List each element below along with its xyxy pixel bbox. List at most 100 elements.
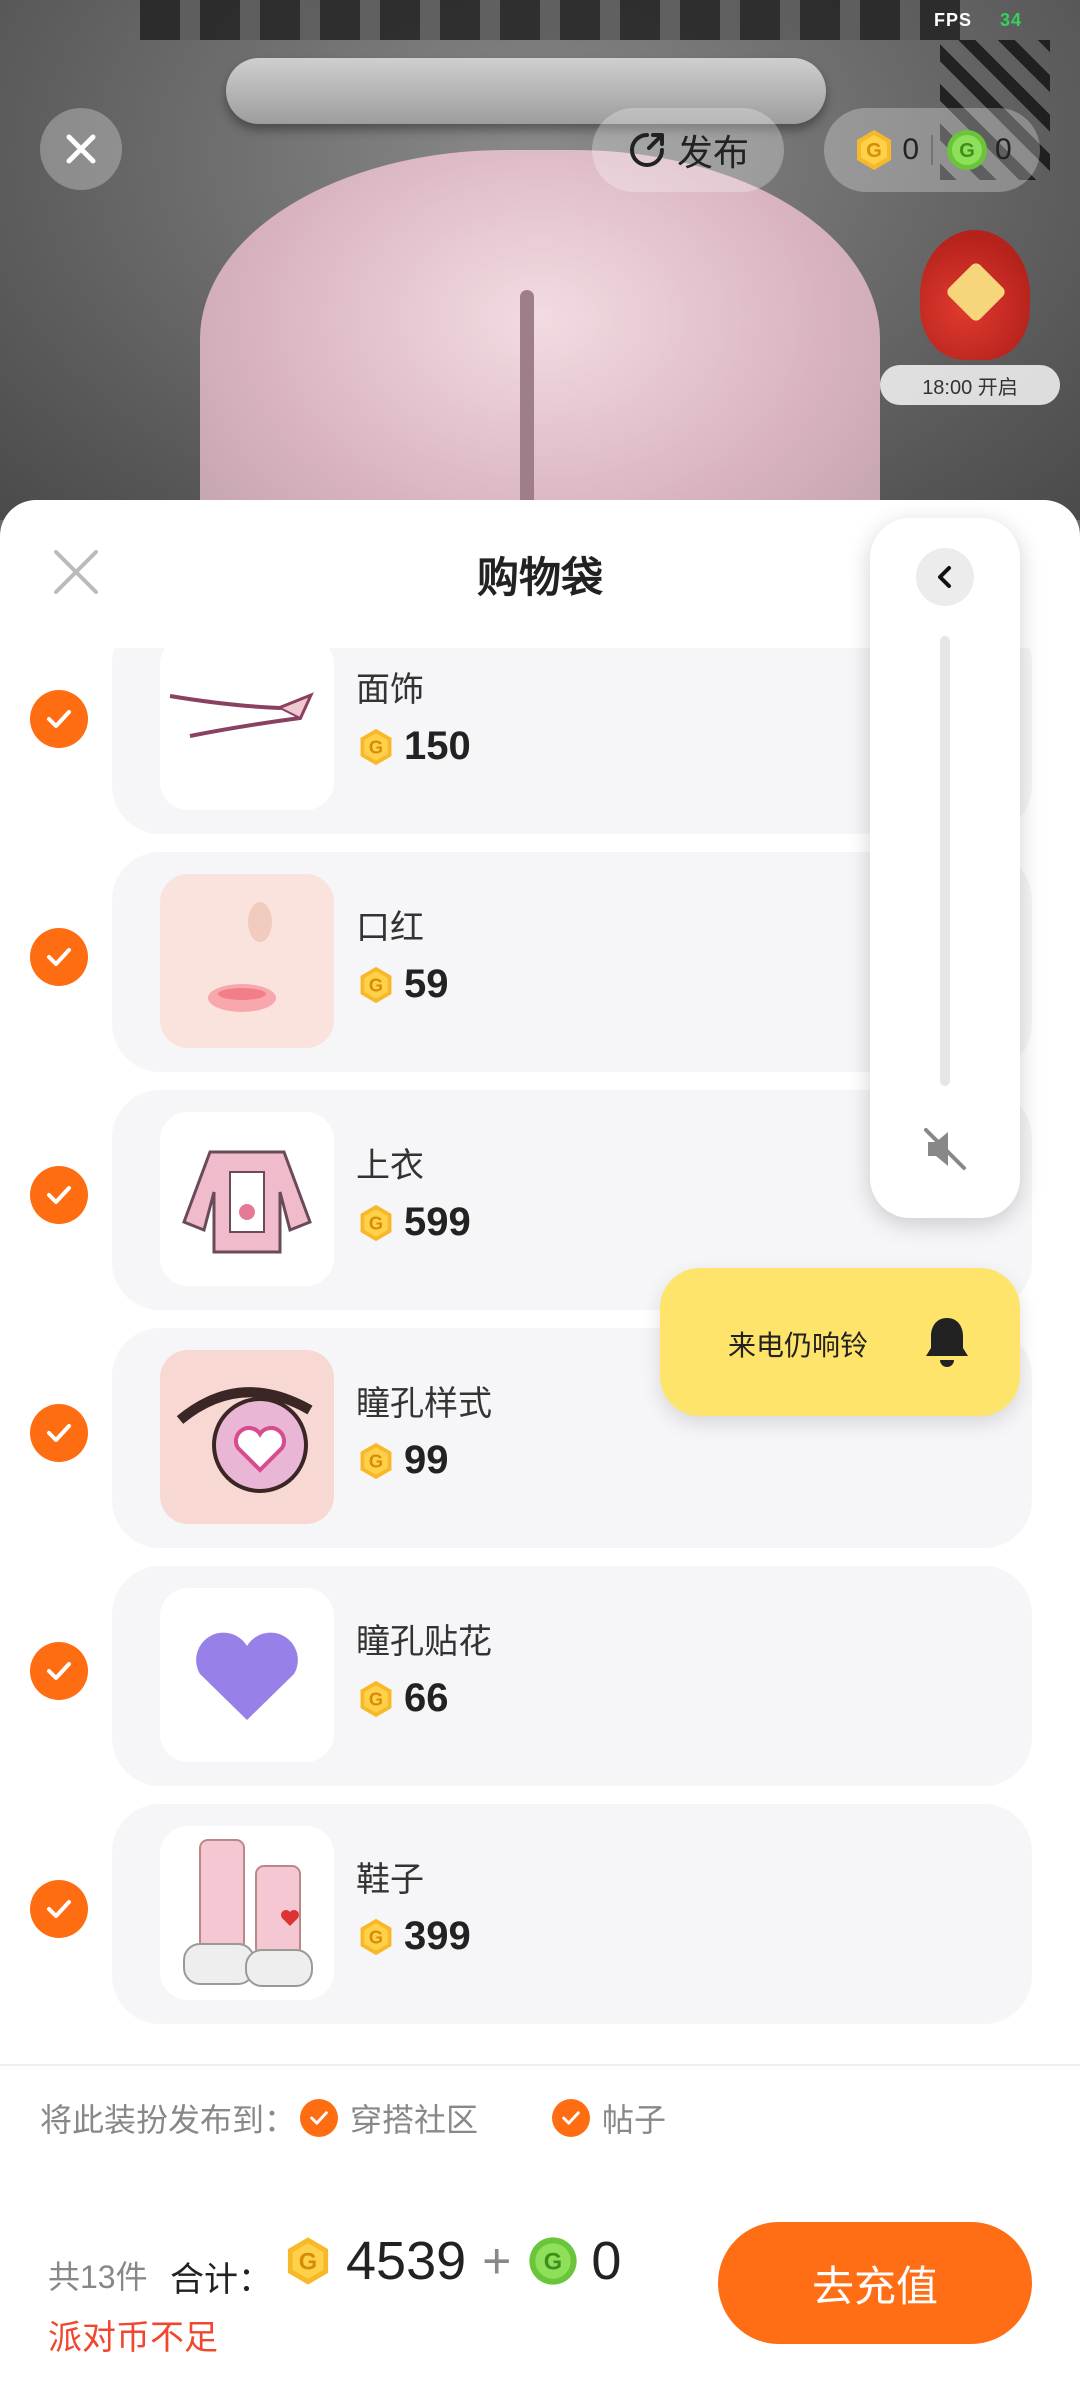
cart-item[interactable]: 瞳孔贴花 G 66: [0, 1566, 1080, 1786]
svg-text:G: G: [299, 2249, 317, 2275]
ring-mode-label: 来电仍响铃: [728, 1330, 869, 1361]
checkmark-icon: [47, 1424, 71, 1442]
gold-coin-icon: G: [360, 1680, 392, 1717]
option-label: 穿搭社区: [350, 2102, 479, 2138]
speaker-muted-icon[interactable]: [920, 1124, 970, 1174]
item-price-value: 66: [404, 1676, 449, 1720]
gold-coin-icon: G: [360, 1918, 392, 1955]
fu-charm: [944, 260, 1008, 324]
top-garment-thumbnail: [160, 1112, 334, 1286]
checkmark-icon: [47, 948, 71, 966]
gold-balance: 0: [902, 133, 919, 166]
green-coin-icon: G: [529, 2237, 577, 2285]
fps-counter: FPS 34: [934, 10, 1022, 31]
item-name: 瞳孔样式: [356, 1385, 492, 1423]
green-total: 0: [591, 2231, 622, 2291]
fps-label: FPS: [933, 10, 972, 30]
item-check-toggle[interactable]: [30, 690, 88, 748]
gold-coin-icon: G: [360, 1204, 392, 1241]
green-coin-icon: G: [947, 130, 987, 170]
svg-text:G: G: [369, 737, 383, 757]
item-price-value: 599: [404, 1200, 471, 1244]
checkout-footer: 共13件 合计： G 4539 + G 0 派对币不足 去充值: [0, 2170, 1080, 2400]
checkmark-icon: [47, 710, 71, 728]
publish-option-outfit-community[interactable]: 穿搭社区: [300, 2095, 478, 2141]
total-amount: G 4539 + G 0: [282, 2230, 621, 2292]
option-check: [300, 2099, 339, 2137]
publish-button-label: 发布: [676, 132, 749, 173]
pupil-decal-image: [196, 1632, 298, 1720]
svg-text:G: G: [369, 1213, 383, 1233]
svg-text:G: G: [959, 140, 975, 162]
publish-to-label: 将此装扮发布到：: [40, 2102, 297, 2138]
checkmark-icon: [562, 2111, 580, 2125]
item-price-value: 150: [404, 724, 471, 768]
publish-to-row: 将此装扮发布到： 穿搭社区 帖子: [0, 2064, 1080, 2172]
event-lucky-bag[interactable]: 18:00 开启: [880, 230, 1060, 405]
avatar-hair-model: [200, 150, 880, 520]
item-check-toggle[interactable]: [30, 928, 88, 986]
checkmark-icon: [47, 1900, 71, 1918]
pixel-banner-art: [140, 0, 960, 40]
plus-sign: +: [482, 2233, 512, 2289]
item-price: G 599: [356, 1200, 471, 1245]
volume-collapse-button[interactable]: [916, 548, 974, 606]
cart-item[interactable]: 鞋子 G 399: [0, 1804, 1080, 2024]
option-label: 帖子: [602, 2102, 667, 2138]
svg-text:G: G: [867, 140, 883, 162]
lucky-bag-icon: [920, 230, 1030, 360]
avatar-hair-part: [520, 290, 534, 520]
lipstick-image: [208, 902, 276, 1012]
volume-panel: [870, 518, 1020, 1218]
scene-close-button[interactable]: [40, 108, 122, 190]
recharge-button[interactable]: 去充值: [718, 2222, 1032, 2344]
item-card: 瞳孔贴花 G 66: [112, 1566, 1032, 1786]
checkmark-icon: [47, 1186, 71, 1204]
checkmark-icon: [310, 2111, 328, 2125]
face-accessory-thumbnail: [160, 648, 334, 810]
item-price: G 399: [356, 1914, 471, 1959]
svg-text:G: G: [369, 1927, 383, 1947]
item-name: 上衣: [356, 1147, 424, 1185]
pupil-style-thumbnail: [160, 1350, 334, 1524]
item-card: 鞋子 G 399: [112, 1804, 1032, 2024]
gold-coin-icon: G: [287, 2237, 329, 2285]
ring-mode-toggle[interactable]: 来电仍响铃: [660, 1268, 1020, 1416]
shoes-image: [183, 1839, 313, 1987]
chevron-left-icon: [938, 566, 951, 588]
svg-text:G: G: [369, 1689, 383, 1709]
item-check-toggle[interactable]: [30, 1642, 88, 1700]
shoes-thumbnail: [160, 1826, 334, 2000]
item-check-toggle[interactable]: [30, 1880, 88, 1938]
publish-icon: [630, 133, 664, 167]
item-name: 面饰: [356, 671, 424, 709]
total-label: 合计：: [170, 2261, 272, 2299]
item-check-toggle[interactable]: [30, 1166, 88, 1224]
svg-text:G: G: [369, 1451, 383, 1471]
item-count: 共13件: [48, 2259, 148, 2295]
item-name: 瞳孔贴花: [356, 1623, 492, 1661]
insufficient-funds-warning: 派对币不足: [48, 2319, 218, 2357]
lipstick-thumbnail: [160, 874, 334, 1048]
balance-divider: [931, 135, 933, 165]
publish-option-post[interactable]: 帖子: [552, 2095, 666, 2141]
gold-coin-icon: G: [857, 130, 892, 170]
gold-coin-icon: G: [360, 1442, 392, 1479]
volume-slider[interactable]: [940, 636, 950, 1086]
svg-text:G: G: [369, 975, 383, 995]
face-accessory-image: [169, 692, 314, 738]
item-price-value: 99: [404, 1438, 449, 1482]
close-icon: [66, 134, 96, 164]
item-price-value: 399: [404, 1914, 471, 1958]
balance-pill[interactable]: G 0 G 0: [824, 108, 1040, 192]
item-check-toggle[interactable]: [30, 1404, 88, 1462]
item-price: G 99: [356, 1438, 449, 1483]
item-price: G 66: [356, 1676, 449, 1721]
publish-button[interactable]: 发布: [592, 108, 784, 192]
fps-value: 34: [999, 10, 1022, 30]
checkmark-icon: [47, 1662, 71, 1680]
option-check: [552, 2099, 591, 2137]
top-garment-image: [182, 1150, 312, 1254]
bell-icon: [926, 1318, 968, 1367]
event-time-badge: 18:00 开启: [880, 365, 1060, 405]
